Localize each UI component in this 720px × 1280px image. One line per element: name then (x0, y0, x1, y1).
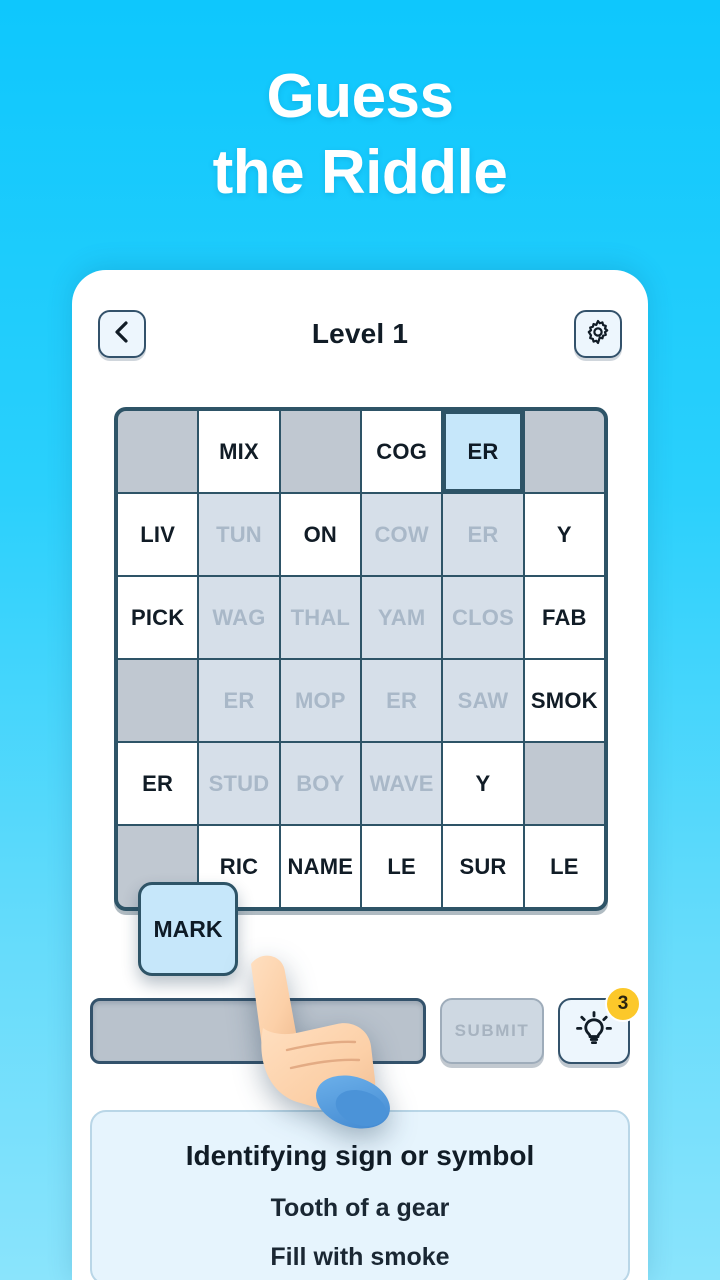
grid-cell[interactable]: THAL (280, 577, 360, 658)
grid-cell[interactable]: NAME (280, 826, 360, 907)
lightbulb-icon (575, 1010, 613, 1053)
grid-cell[interactable]: WAVE (362, 743, 442, 824)
word-grid[interactable]: MIX COG ER LIV TUN ON COW ER Y PICK WAG THAL YAM CLOS… (118, 411, 604, 907)
grid-cell[interactable]: STUD (199, 743, 279, 824)
drag-tile-mark[interactable]: MARK (138, 882, 238, 976)
grid-cell[interactable]: SUR (443, 826, 523, 907)
hero-title-line-1: Guess (266, 62, 454, 132)
grid-cell[interactable]: COW (362, 494, 442, 575)
grid-cell[interactable]: Y (524, 494, 604, 575)
grid-cell[interactable]: TUN (199, 494, 279, 575)
hint-count-badge: 3 (605, 986, 641, 1022)
submit-label: SUBMIT (454, 1021, 530, 1040)
gear-icon (584, 318, 612, 351)
grid-cell[interactable]: SAW (443, 660, 523, 741)
grid-cell[interactable]: ER (118, 743, 198, 824)
grid-cell[interactable]: LE (524, 826, 604, 907)
hero-title-line-2: the Riddle (212, 138, 508, 207)
grid-cell[interactable]: MOP (280, 660, 360, 741)
grid-cell[interactable]: ER (362, 660, 442, 741)
grid-cell-blocked (524, 411, 604, 492)
grid-cell[interactable]: Y (443, 743, 523, 824)
grid-cell[interactable]: LIV (118, 494, 198, 575)
clue-heading: Identifying sign or symbol (185, 1140, 535, 1171)
level-title: Level 1 (311, 318, 409, 349)
back-button[interactable] (98, 310, 146, 358)
hand-cursor-icon (227, 942, 402, 1137)
grid-cell[interactable]: LE (362, 826, 442, 907)
submit-button[interactable]: SUBMIT (440, 998, 544, 1064)
hint-button-wrapper: 3 (558, 986, 641, 1064)
grid-cell-blocked (280, 411, 360, 492)
grid-cell[interactable]: CLOS (443, 577, 523, 658)
game-screen-card: Level 1 MIX COG ER LIV TUN ON COW ER Y PICK WAG THA… (72, 270, 648, 1280)
grid-cell[interactable]: WAG (199, 577, 279, 658)
grid-cell[interactable]: PICK (118, 577, 198, 658)
grid-cell-blocked (524, 743, 604, 824)
word-grid-frame: MIX COG ER LIV TUN ON COW ER Y PICK WAG THAL YAM CLOS… (114, 407, 608, 911)
grid-cell[interactable]: BOY (280, 743, 360, 824)
grid-cell[interactable]: COG (362, 411, 442, 492)
clue-line-1: Tooth of a gear (270, 1194, 450, 1222)
screen-header: Level 1 (72, 306, 648, 362)
grid-cell[interactable]: SMOK (524, 660, 604, 741)
grid-cell[interactable]: MIX (199, 411, 279, 492)
grid-cell[interactable]: FAB (524, 577, 604, 658)
drag-tile-label: MARK (153, 915, 223, 942)
grid-cell[interactable]: ER (199, 660, 279, 741)
grid-cell-blocked (118, 411, 198, 492)
chevron-left-icon (111, 319, 133, 350)
settings-button[interactable] (574, 310, 622, 358)
grid-cell-blocked (118, 660, 198, 741)
hero-title-block: Guess the Riddle (0, 0, 720, 270)
grid-cell[interactable]: YAM (362, 577, 442, 658)
grid-cell[interactable]: ER (443, 411, 523, 492)
grid-cell[interactable]: ON (280, 494, 360, 575)
grid-cell[interactable]: ER (443, 494, 523, 575)
clue-line-2: Fill with smoke (270, 1243, 450, 1271)
